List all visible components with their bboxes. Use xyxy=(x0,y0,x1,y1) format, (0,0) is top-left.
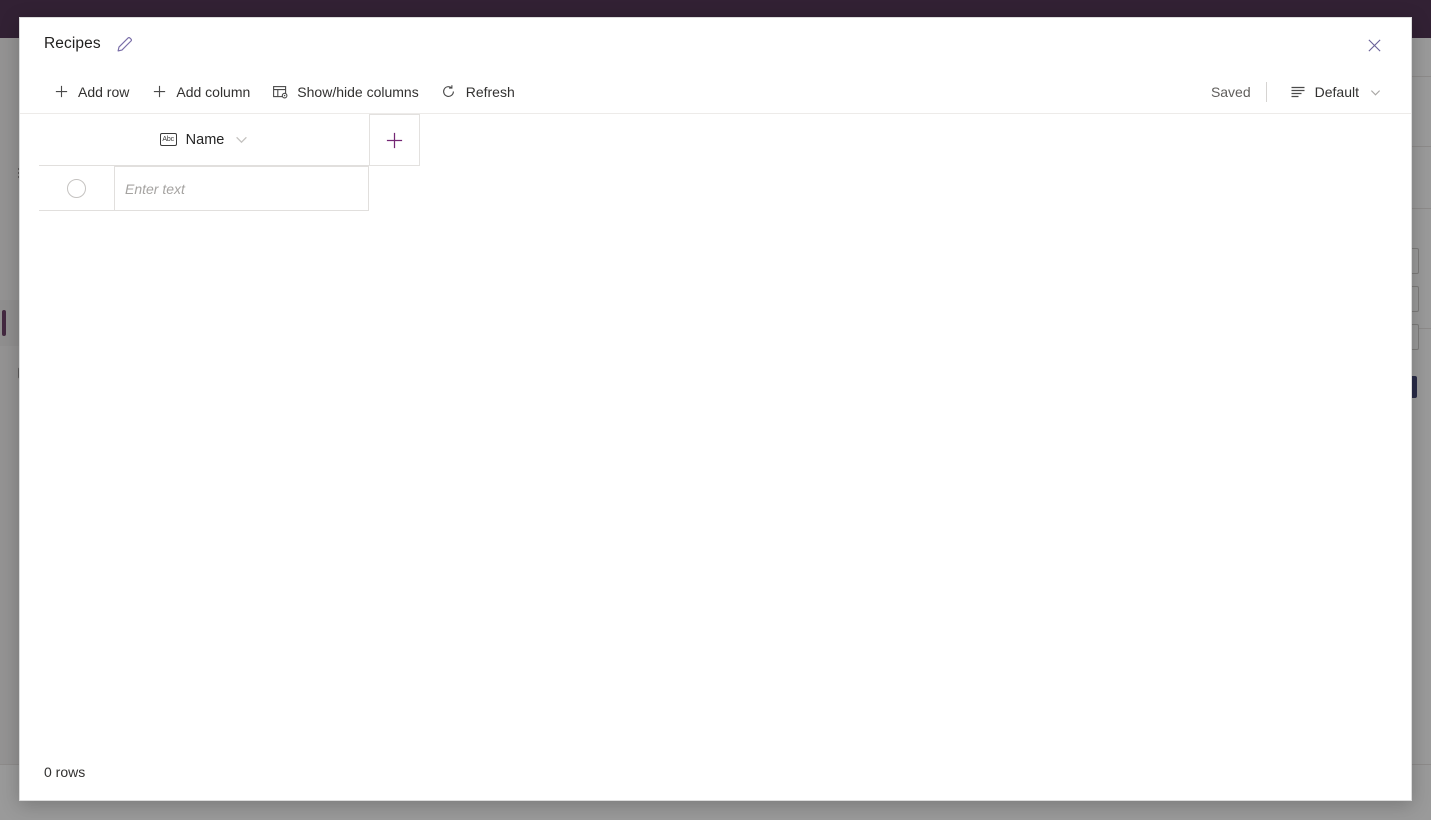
cell-placeholder: Enter text xyxy=(125,180,185,197)
chevron-down-icon[interactable] xyxy=(235,133,248,146)
dialog-header: Recipes xyxy=(20,18,1411,70)
chevron-down-icon xyxy=(1370,87,1381,98)
pencil-icon[interactable] xyxy=(115,34,135,54)
view-selector[interactable]: Default xyxy=(1282,76,1389,108)
toolbar-divider xyxy=(1265,82,1267,102)
add-column-grid-button[interactable] xyxy=(369,114,420,166)
status-badge: Saved xyxy=(1210,84,1251,100)
data-grid: Abc Name Enter text xyxy=(39,114,420,211)
row-select-cell[interactable] xyxy=(39,166,114,211)
column-header-label: Name xyxy=(185,131,225,148)
dialog-toolbar: Add row Add column Show/hide columns Ref… xyxy=(20,70,1411,114)
table-row: Enter text xyxy=(39,166,420,211)
grid-header-row: Abc Name xyxy=(39,114,420,166)
list-lines-icon xyxy=(1290,84,1306,100)
add-column-label: Add column xyxy=(176,83,251,100)
abc-icon: Abc xyxy=(159,133,177,146)
show-hide-columns-button[interactable]: Show/hide columns xyxy=(261,76,429,108)
table-settings-icon xyxy=(272,84,288,100)
refresh-label: Refresh xyxy=(465,83,515,100)
add-column-button[interactable]: Add column xyxy=(140,76,261,108)
add-row-label: Add row xyxy=(78,83,130,100)
close-icon[interactable] xyxy=(1359,30,1389,60)
row-count-label: 0 rows xyxy=(44,764,86,780)
plus-icon xyxy=(151,84,167,100)
add-row-button[interactable]: Add row xyxy=(42,76,140,108)
show-hide-columns-label: Show/hide columns xyxy=(297,83,419,100)
view-selector-label: Default xyxy=(1314,84,1359,100)
refresh-icon xyxy=(441,84,457,100)
plus-icon xyxy=(53,84,69,100)
column-header-name[interactable]: Abc Name xyxy=(39,114,369,166)
cell-name-input[interactable]: Enter text xyxy=(114,166,369,211)
row-select-circle-icon[interactable] xyxy=(67,178,86,198)
toolbar-right-group: Saved Default xyxy=(1211,70,1389,114)
page-title: Recipes xyxy=(44,35,101,52)
refresh-button[interactable]: Refresh xyxy=(430,76,526,108)
plus-icon xyxy=(386,132,403,148)
recipes-table-dialog: Recipes Add row Add column Show/hide col… xyxy=(19,17,1412,801)
dialog-body: Abc Name Enter text xyxy=(20,114,1411,744)
dialog-footer: 0 rows xyxy=(20,744,1411,800)
